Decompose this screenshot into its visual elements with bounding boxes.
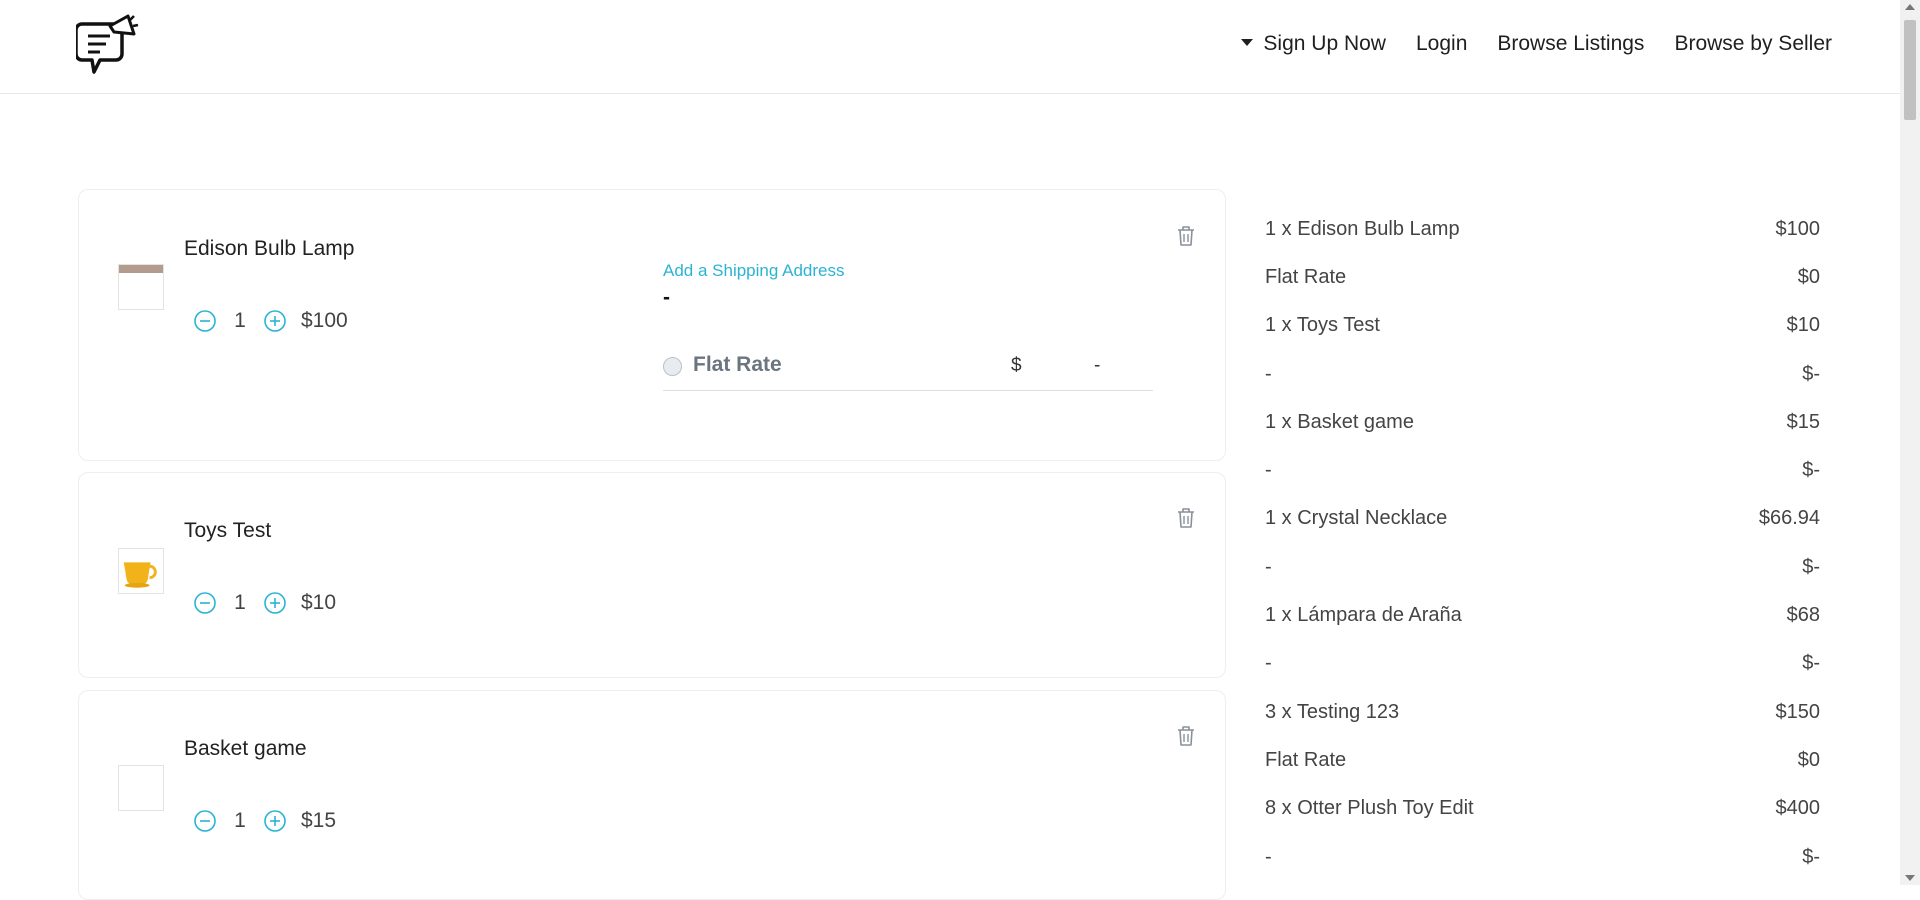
lamp-image <box>119 265 163 273</box>
shipping-currency: $ <box>1011 355 1022 376</box>
site-header: Sign Up Now Login Browse Listings Browse… <box>0 0 1900 94</box>
summary-row: - $- <box>1265 640 1820 688</box>
summary-row: 3 x Testing 123 $150 <box>1265 688 1820 736</box>
quantity-stepper: 1 $100 <box>193 309 348 333</box>
summary-row: 1 x Lámpara de Araña $68 <box>1265 591 1820 639</box>
summary-value: $- <box>1802 459 1820 482</box>
shipping-radio[interactable] <box>663 357 682 376</box>
summary-value: $66.94 <box>1758 507 1820 530</box>
scrollbar-thumb[interactable] <box>1904 20 1916 120</box>
summary-value: $0 <box>1797 748 1820 771</box>
quantity-value: 1 <box>234 809 246 832</box>
summary-row: 8 x Otter Plush Toy Edit $400 <box>1265 785 1820 833</box>
summary-label: 1 x Lámpara de Araña <box>1265 604 1462 627</box>
shipping-cost: - <box>1094 355 1101 376</box>
summary-value: $- <box>1802 555 1820 578</box>
main-nav: Sign Up Now Login Browse Listings Browse… <box>1211 32 1832 56</box>
item-price: $10 <box>301 591 337 614</box>
item-name[interactable]: Basket game <box>184 737 307 761</box>
nav-signup-link[interactable]: Sign Up Now <box>1241 32 1386 56</box>
empty-image <box>119 766 163 810</box>
summary-row: 1 x Edison Bulb Lamp $100 <box>1265 205 1820 253</box>
summary-label: - <box>1265 362 1272 385</box>
summary-value: $10 <box>1786 314 1820 337</box>
item-name[interactable]: Toys Test <box>184 519 271 543</box>
trash-icon[interactable] <box>1175 506 1197 530</box>
minus-circle-icon[interactable] <box>193 309 217 333</box>
summary-row: 1 x Crystal Necklace $66.94 <box>1265 495 1820 543</box>
summary-row: - $- <box>1265 833 1820 881</box>
item-thumbnail[interactable] <box>118 548 164 594</box>
scroll-up-icon[interactable] <box>1905 4 1915 10</box>
summary-value: $100 <box>1775 217 1821 240</box>
summary-value: $- <box>1802 362 1820 385</box>
summary-value: $15 <box>1786 410 1820 433</box>
trash-icon[interactable] <box>1175 224 1197 248</box>
summary-row: Flat Rate $0 <box>1265 253 1820 301</box>
cart-item-card: Basket game 1 $15 <box>78 690 1226 900</box>
item-name[interactable]: Edison Bulb Lamp <box>184 237 354 261</box>
summary-label: 1 x Crystal Necklace <box>1265 507 1448 530</box>
item-thumbnail[interactable] <box>118 765 164 811</box>
quantity-stepper: 1 $10 <box>193 591 336 615</box>
plus-circle-icon[interactable] <box>263 809 287 833</box>
summary-value: $- <box>1802 845 1820 868</box>
nav-browse-seller-link[interactable]: Browse by Seller <box>1674 32 1832 56</box>
summary-label: - <box>1265 459 1272 482</box>
summary-label: 8 x Otter Plush Toy Edit <box>1265 797 1474 820</box>
summary-label: 1 x Toys Test <box>1265 314 1380 337</box>
cart-item-card: Toys Test 1 $10 <box>78 472 1226 678</box>
summary-value: $68 <box>1786 604 1820 627</box>
add-shipping-address-link[interactable]: Add a Shipping Address <box>663 261 844 281</box>
summary-label: - <box>1265 652 1272 675</box>
megaphone-chat-logo-icon[interactable] <box>76 12 140 80</box>
summary-label: 3 x Testing 123 <box>1265 700 1400 723</box>
summary-label: - <box>1265 555 1272 578</box>
minus-circle-icon[interactable] <box>193 809 217 833</box>
plus-circle-icon[interactable] <box>263 309 287 333</box>
trash-icon[interactable] <box>1175 724 1197 748</box>
page-scrollbar[interactable] <box>1900 0 1920 885</box>
caret-down-icon <box>1241 38 1254 46</box>
item-thumbnail[interactable] <box>118 264 164 310</box>
summary-value: $- <box>1802 652 1820 675</box>
nav-signup-label: Sign Up Now <box>1263 32 1386 55</box>
order-summary: 1 x Edison Bulb Lamp $100 Flat Rate $0 1 x… <box>1265 205 1820 881</box>
summary-row: Flat Rate $0 <box>1265 736 1820 784</box>
summary-row: - $- <box>1265 543 1820 591</box>
scroll-down-icon[interactable] <box>1905 875 1915 881</box>
quantity-stepper: 1 $15 <box>193 809 336 833</box>
plus-circle-icon[interactable] <box>263 591 287 615</box>
quantity-value: 1 <box>234 591 246 614</box>
minus-circle-icon[interactable] <box>193 591 217 615</box>
summary-value: $400 <box>1775 797 1821 820</box>
nav-browse-listings-link[interactable]: Browse Listings <box>1497 32 1644 56</box>
summary-row: 1 x Basket game $15 <box>1265 398 1820 446</box>
summary-row: - $- <box>1265 350 1820 398</box>
item-price: $15 <box>301 809 337 832</box>
summary-row: - $- <box>1265 446 1820 494</box>
shipping-option[interactable]: Flat Rate $ - <box>663 350 1153 391</box>
summary-label: 1 x Edison Bulb Lamp <box>1265 217 1460 240</box>
nav-login-link[interactable]: Login <box>1416 32 1467 56</box>
shipping-method-label: Flat Rate <box>693 353 782 376</box>
summary-label: Flat Rate <box>1265 265 1347 288</box>
cart-item-card: Edison Bulb Lamp 1 $100 Add a Shipping A… <box>78 189 1226 461</box>
summary-label: Flat Rate <box>1265 748 1347 771</box>
item-price: $100 <box>301 309 348 332</box>
quantity-value: 1 <box>234 309 246 332</box>
summary-value: $150 <box>1775 700 1821 723</box>
summary-row: 1 x Toys Test $10 <box>1265 302 1820 350</box>
summary-label: - <box>1265 845 1272 868</box>
summary-label: 1 x Basket game <box>1265 410 1414 433</box>
shipping-address-value: - <box>663 286 670 309</box>
yellow-cup-image <box>123 562 157 588</box>
summary-value: $0 <box>1797 265 1820 288</box>
